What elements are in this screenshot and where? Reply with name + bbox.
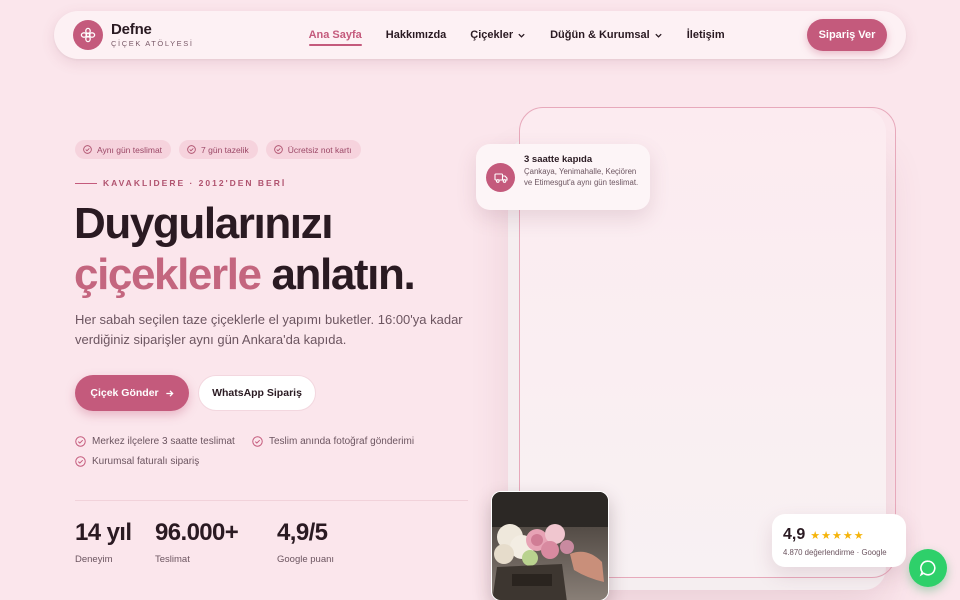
chevron-down-icon [518,33,525,38]
check-circle-icon [75,456,86,467]
check-circle-icon [83,145,92,154]
send-flowers-label: Çiçek Gönder [90,387,159,399]
hero-title: Duygularınızı çiçeklerle anlatın. [74,198,416,301]
nav-item-about[interactable]: Hakkımızda [386,29,447,41]
send-flowers-button[interactable]: Çiçek Gönder [75,375,189,411]
arrow-right-icon [165,389,174,397]
feature-item: Teslim anında fotoğraf gönderimi [252,436,414,447]
check-circle-icon [187,145,196,154]
feature-label: Merkez ilçelere 3 saatte teslimat [92,436,235,447]
nav-item-contact[interactable]: İletişim [687,29,725,41]
brand-logo[interactable]: Defne ÇİÇEK ATÖLYESİ [111,22,194,48]
flower-logo-icon[interactable] [73,20,103,50]
rating-card: 4,9 ★ ★ ★ ★ ★ 4.870 değerlendirme · Goog… [772,514,906,567]
nav-item-home[interactable]: Ana Sayfa [308,29,362,46]
navbar: Defne ÇİÇEK ATÖLYESİ Ana Sayfa Hakkımızd… [54,11,906,59]
delivery-card-text: Çankaya, Yenimahalle, Keçiören ve Etimes… [524,167,639,187]
stat-value: 14 yıl [75,519,132,546]
nav-item-wedding-corporate[interactable]: Düğün & Kurumsal [550,29,663,41]
stat-deliveries: 96.000+ Teslimat [155,519,239,566]
hero-title-line1: Duygularınızı [74,199,333,248]
badge-label: Aynı gün teslimat [97,144,163,155]
eyebrow-text: KAVAKLIDERE · 2012'DEN BERİ [103,178,287,188]
nav-item-flowers[interactable]: Çiçekler [470,29,526,41]
feature-item: Kurumsal faturalı sipariş [75,456,199,467]
badge-same-day: Aynı gün teslimat [75,140,172,159]
truck-icon [486,163,515,192]
feature-label: Teslim anında fotoğraf gönderimi [269,436,415,447]
rating-text: 4.870 değerlendirme · Google [783,548,887,557]
star-icon: ★ [842,529,853,542]
order-button[interactable]: Sipariş Ver [807,19,887,51]
stats-divider [75,500,468,501]
nav-item-label: Çiçekler [470,29,514,41]
star-rating: ★ ★ ★ ★ ★ [810,529,864,542]
whatsapp-chat-button[interactable] [909,549,947,587]
star-icon: ★ [821,529,831,542]
star-icon: ★ [853,529,864,542]
chat-bubble-icon [919,560,936,577]
check-circle-icon [75,436,86,447]
brand-tagline: ÇİÇEK ATÖLYESİ [111,39,194,49]
stat-value: 96.000+ [155,519,239,546]
stat-google-rating: 4,9/5 Google puanı [277,519,335,566]
bouquet-photo-illustration [492,492,608,600]
nav-item-label: Hakkımızda [385,29,447,41]
rating-score: 4,9 [783,526,806,543]
badge-freshness: 7 gün tazelik [179,140,258,159]
check-circle-icon [252,436,263,447]
delivery-card-title: 3 saatte kapıda [524,154,593,165]
badge-label: Ücretsiz not kartı [287,144,352,155]
feature-label: Kurumsal faturalı sipariş [92,456,200,467]
star-icon: ★ [832,529,842,542]
delivery-card: 3 saatte kapıda Çankaya, Yenimahalle, Ke… [476,144,650,210]
bouquet-photo [491,491,609,600]
stat-label: Teslimat [155,554,190,565]
hero-eyebrow: KAVAKLIDERE · 2012'DEN BERİ [75,178,286,188]
hero-title-rest: anlatın. [260,250,415,300]
check-circle-icon [273,145,283,154]
chevron-down-icon [655,33,662,38]
nav-item-label: Düğün & Kurumsal [550,29,650,41]
nav-item-label: İletişim [686,29,725,41]
whatsapp-order-button[interactable]: WhatsApp Sipariş [198,375,316,411]
badge-note-card: Ücretsiz not kartı [265,140,361,159]
brand-name: Defne [111,21,152,39]
main-menu: Ana Sayfa Hakkımızda Çiçekler Düğün & Ku… [308,29,749,46]
feature-item: Merkez ilçelere 3 saatte teslimat [75,436,235,447]
hero-badges: Aynı gün teslimat 7 gün tazelik Ücretsiz… [75,140,369,159]
hero-title-highlight: çiçeklerle [74,250,262,300]
eyebrow-line [75,182,97,184]
nav-item-label: Ana Sayfa [308,29,362,41]
stat-label: Deneyim [75,554,113,565]
stat-value: 4,9/5 [277,519,328,546]
hero-description: Her sabah seçilen taze çiçeklerle el yap… [75,312,463,348]
stat-label: Google puanı [277,554,335,565]
star-icon: ★ [810,529,821,542]
stat-experience: 14 yıl Deneyim [75,519,132,566]
badge-label: 7 gün tazelik [201,144,249,155]
